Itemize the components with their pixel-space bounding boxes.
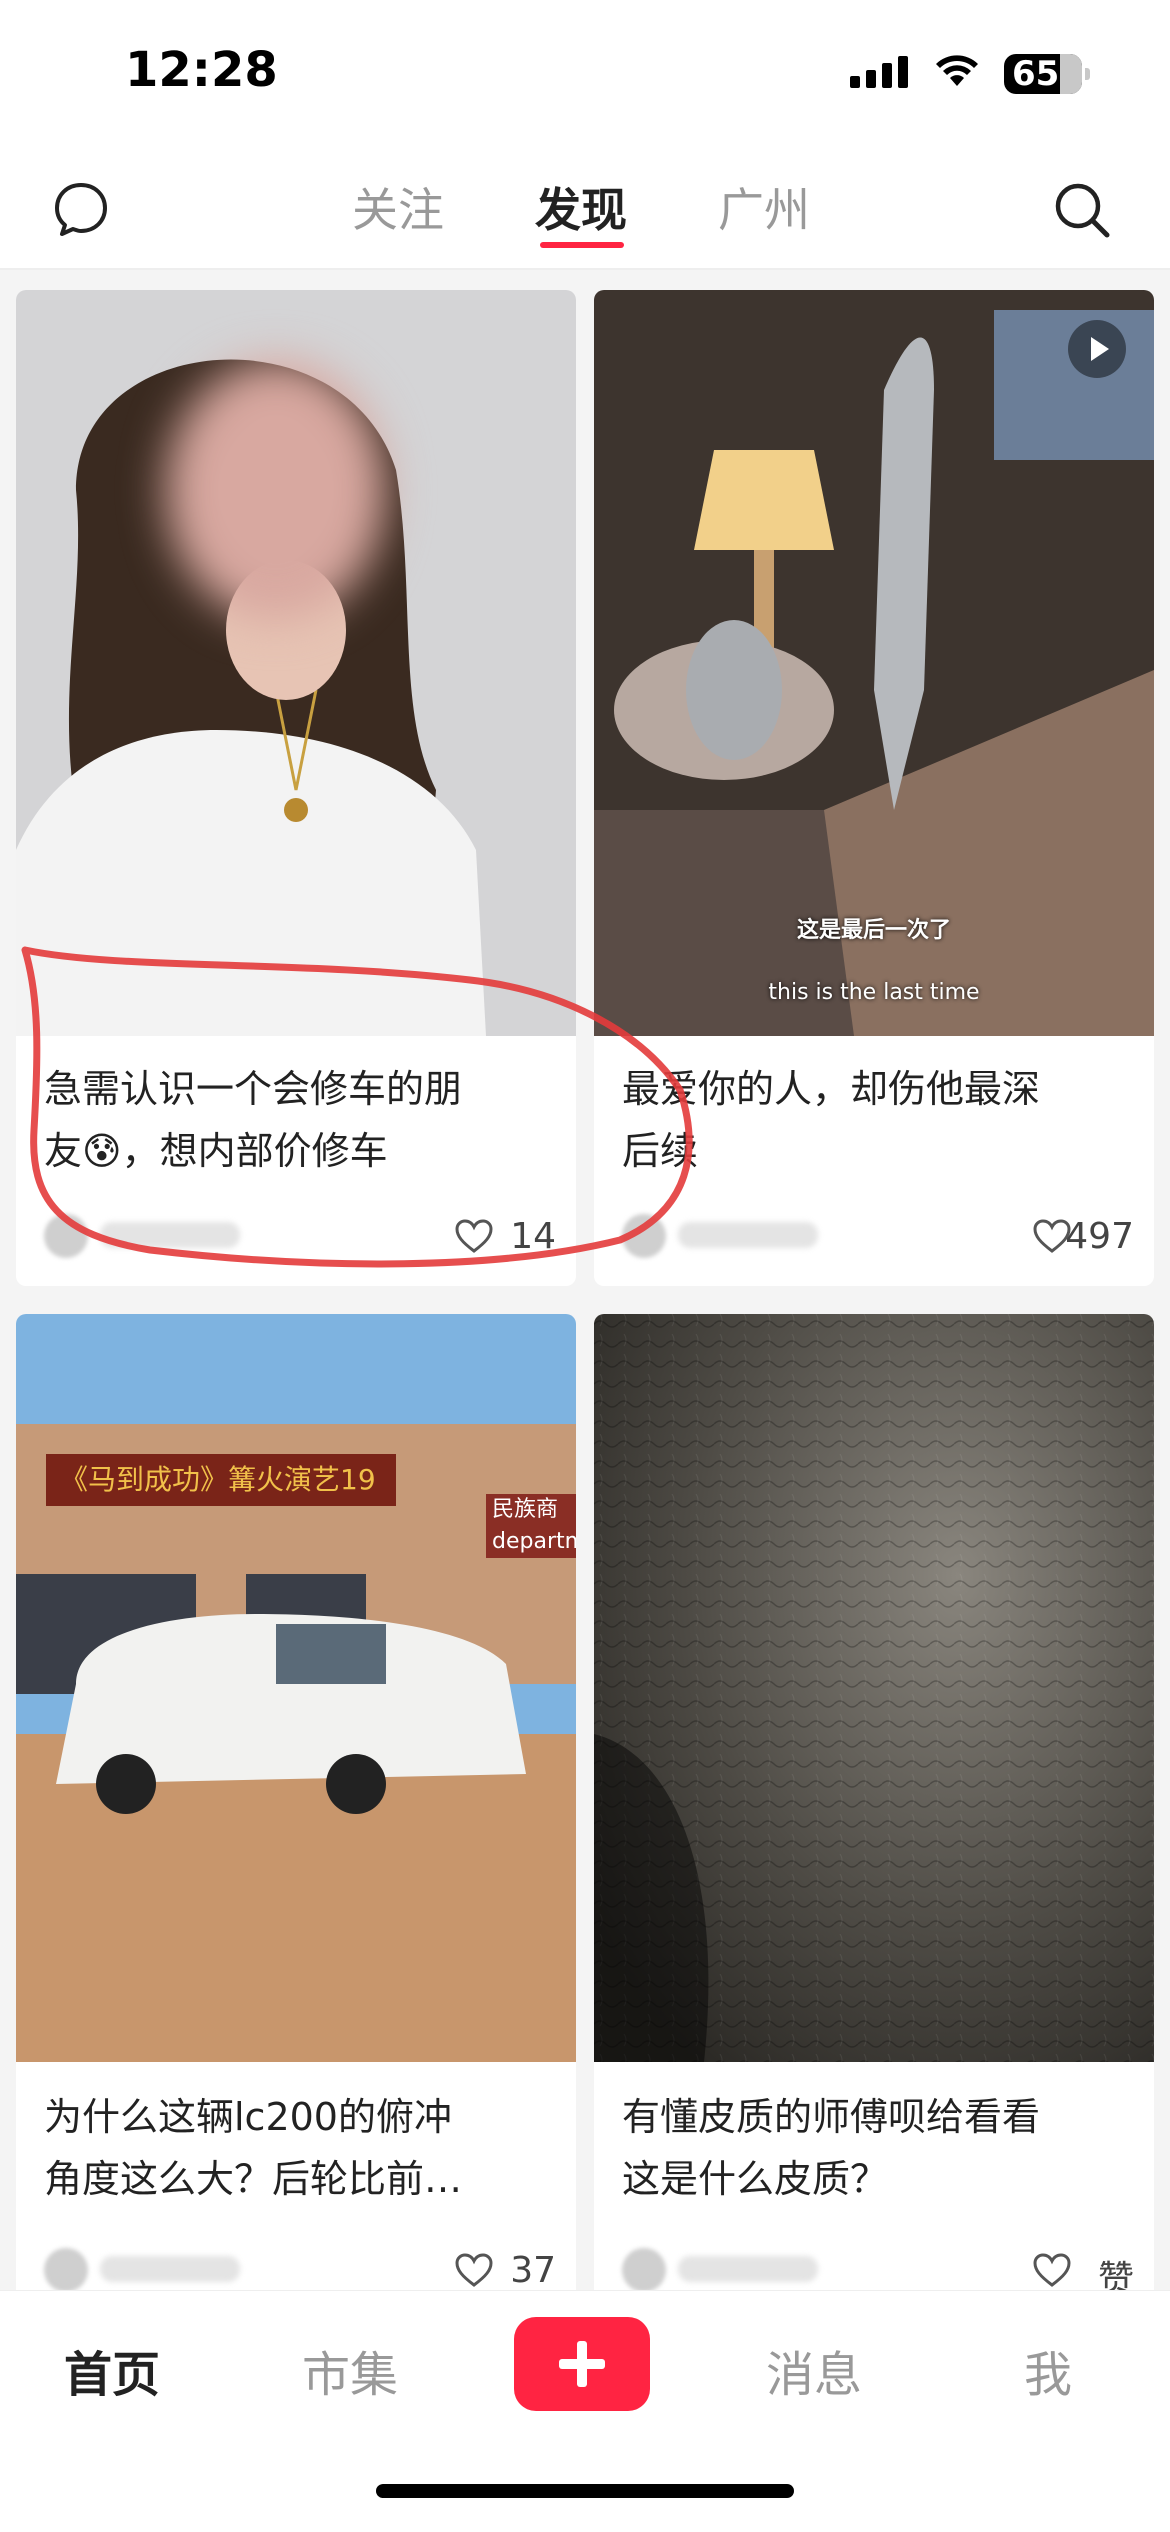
post-meta: 497 [622, 1210, 1134, 1260]
status-time: 12:28 [125, 42, 278, 98]
tab-home[interactable]: 首页 [64, 2335, 160, 2405]
video-watermark: @神猫奶密 [968, 1038, 1058, 1059]
feed-grid: 急需认识一个会修车的朋 友😰，想内部价修车 14 这是最后一次了 this is… [0, 270, 1170, 2290]
post-title: 为什么这辆lc200的俯冲 角度这么大？后轮比前… [44, 2095, 463, 2201]
tab-profile[interactable]: 我 [1024, 2335, 1072, 2405]
top-navigation: 关注 发现 广州 [0, 150, 1170, 270]
like-count: 赞 [1097, 2259, 1134, 2290]
battery-icon: 65 [1004, 54, 1090, 94]
post-cover-image [594, 1314, 1154, 2062]
search-icon[interactable] [1052, 180, 1112, 240]
video-subtitle-cn: 这是最后一次了 [796, 918, 951, 943]
feed-card[interactable]: 有懂皮质的师傅呗给看看 这是什么皮质？ 赞 [594, 1314, 1154, 2290]
author-name-blurred[interactable] [100, 1222, 240, 1248]
tab-messages[interactable]: 消息 [766, 2335, 862, 2405]
video-play-icon [1068, 320, 1126, 378]
post-meta: 赞 [622, 2244, 1134, 2290]
feed-card[interactable]: 急需认识一个会修车的朋 友😰，想内部价修车 14 [16, 290, 576, 1286]
author-avatar[interactable] [44, 2248, 88, 2290]
status-bar: 12:28 65 [0, 0, 1170, 150]
author-name-blurred[interactable] [100, 2256, 240, 2282]
home-indicator[interactable] [376, 2484, 794, 2498]
chat-bubble-icon[interactable] [52, 180, 110, 238]
video-subtitle-en: this is the last time [768, 980, 980, 1005]
feed-card[interactable]: 这是最后一次了 this is the last time @神猫奶密 最爱你的… [594, 290, 1154, 1286]
wifi-icon [936, 55, 978, 86]
feed-card[interactable]: 《马到成功》篝火演艺19 民族商 department 为什么这辆lc200的俯… [16, 1314, 576, 2290]
like-count: 37 [510, 2250, 556, 2290]
heart-icon[interactable] [454, 1218, 494, 1254]
heart-icon[interactable] [454, 2252, 494, 2288]
battery-level: 65 [1012, 54, 1060, 94]
author-avatar[interactable] [622, 1214, 666, 1258]
tab-market[interactable]: 市集 [302, 2335, 398, 2405]
active-tab-indicator [540, 242, 624, 248]
tab-guangzhou[interactable]: 广州 [718, 174, 810, 240]
post-title: 有懂皮质的师傅呗给看看 这是什么皮质？ [622, 2095, 1041, 2201]
author-name-blurred[interactable] [678, 2256, 818, 2282]
building-sign: 《马到成功》篝火演艺19 [46, 1454, 396, 1506]
post-meta: 14 [44, 1210, 556, 1260]
author-name-blurred[interactable] [678, 1222, 818, 1248]
post-title: 最爱你的人，却伤他最深 后续 [622, 1067, 1041, 1173]
blurred-face [166, 360, 386, 620]
post-cover-image [16, 1314, 576, 2062]
tab-following[interactable]: 关注 [352, 174, 444, 240]
post-title: 急需认识一个会修车的朋 友😰，想内部价修车 [44, 1067, 463, 1173]
like-count: 14 [510, 1216, 556, 1257]
tab-discover[interactable]: 发现 [535, 174, 627, 240]
heart-icon[interactable] [1032, 2252, 1072, 2288]
building-sign-small: 民族商 department [486, 1494, 576, 1558]
author-avatar[interactable] [44, 1214, 88, 1258]
post-meta: 37 [44, 2244, 556, 2290]
author-avatar[interactable] [622, 2248, 666, 2290]
create-post-button[interactable] [514, 2317, 650, 2411]
like-count: 497 [1065, 1216, 1134, 1257]
